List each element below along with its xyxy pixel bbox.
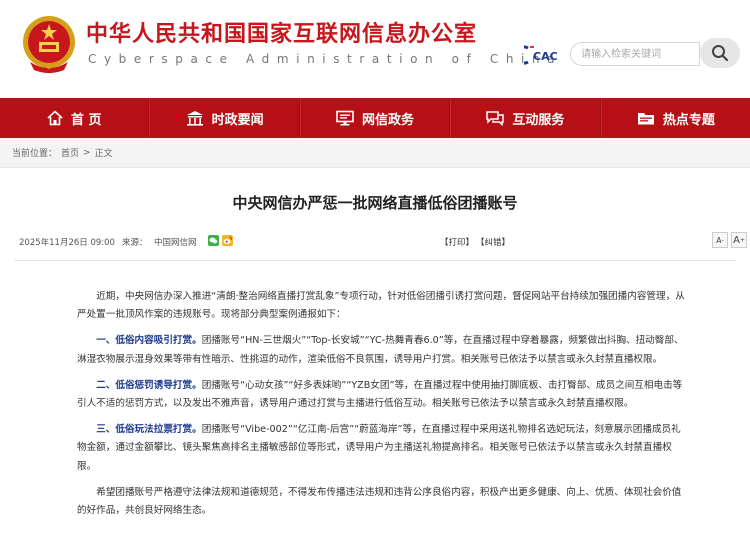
breadcrumb-label: 当前位置： — [12, 149, 58, 159]
paragraph: 二、低俗惩罚诱导打赏。团播账号“心动女孩”“好多表妹哟”“YZB女团”等，在直播… — [77, 377, 690, 413]
source-label: 来源： — [122, 238, 148, 248]
paragraph-text: 近期，中央网信办深入推进“清朗·整治网络直播打赏乱象”专项行动，针对低俗团播引诱… — [77, 291, 685, 321]
pavilion-icon — [186, 111, 203, 126]
font-large-label: A — [733, 234, 740, 246]
nav-news[interactable]: 时政要闻 — [149, 98, 300, 138]
search-icon — [712, 45, 729, 62]
nav-interaction[interactable]: 互动服务 — [450, 98, 601, 138]
article-meta: 2025年11月26日 09:00 来源： 中国网信网 【打印】 【纠错】 A-… — [0, 232, 750, 252]
paragraph-heading: 一、低俗内容吸引打赏。 — [96, 335, 202, 347]
main-nav: 首 页 时政要闻 网信政务 互动服务 热点专题 — [0, 98, 750, 138]
article-title: 中央网信办严惩一批网络直播低俗团播账号 — [232, 194, 518, 212]
source-name: 中国网信网 — [154, 238, 197, 248]
nav-home[interactable]: 首 页 — [0, 98, 150, 138]
search-input[interactable] — [570, 42, 700, 66]
nav-affairs[interactable]: 网信政务 — [299, 98, 451, 138]
font-increase-button[interactable]: A + — [731, 232, 747, 248]
folder-icon — [637, 113, 654, 125]
chat-icon — [486, 111, 505, 126]
weibo-share-icon[interactable] — [222, 235, 233, 246]
wechat-share-icon[interactable] — [208, 235, 219, 246]
paragraph-heading: 二、低俗惩罚诱导打赏。 — [96, 379, 202, 391]
meta-divider — [14, 260, 736, 261]
article-body: 近期，中央网信办深入推进“清朗·整治网络直播打赏乱象”专项行动，针对低俗团播引诱… — [77, 288, 690, 528]
nav-label: 互动服务 — [512, 112, 565, 128]
breadcrumb: 当前位置： 首页 > 正文 — [0, 138, 750, 168]
publish-date: 2025年11月26日 09:00 — [19, 238, 115, 248]
paragraph: 三、低俗玩法拉票打赏。团播账号“Vibe-002”“亿江南-后宫”“蔚蓝海岸”等… — [77, 421, 690, 476]
svg-text:CAC: CAC — [533, 50, 558, 63]
paragraph-text: 希望团播账号严格遵守法律法规和道德规范，不得发布传播违法违规和违背公序良俗内容，… — [77, 486, 682, 517]
site-subtitle: Cyberspace Administration of China — [88, 52, 563, 66]
site-header: 中华人民共和国国家互联网信息办公室 Cyberspace Administrat… — [0, 0, 750, 98]
paragraph: 希望团播账号严格遵守法律法规和道德规范，不得发布传播违法违规和违背公序良俗内容，… — [77, 484, 690, 520]
breadcrumb-home[interactable]: 首页 — [61, 146, 79, 159]
nav-topics[interactable]: 热点专题 — [600, 98, 750, 138]
breadcrumb-separator: > — [83, 147, 91, 158]
print-link[interactable]: 【打印】 — [440, 236, 474, 248]
nav-label: 首 页 — [70, 112, 102, 128]
nav-label: 热点专题 — [662, 112, 715, 128]
paragraph: 一、低俗内容吸引打赏。团播账号“HN-三世烟火”“Top-长安城”“YC-热舞青… — [77, 332, 690, 368]
search-button[interactable] — [700, 38, 740, 68]
breadcrumb-current: 正文 — [94, 149, 113, 159]
monitor-icon — [336, 110, 354, 126]
paragraph: 近期，中央网信办深入推进“清朗·整治网络直播打赏乱象”专项行动，针对低俗团播引诱… — [77, 288, 690, 324]
national-emblem-icon — [23, 16, 75, 73]
nav-label: 时政要闻 — [211, 112, 264, 128]
home-icon — [47, 110, 63, 126]
nav-label: 网信政务 — [362, 112, 415, 128]
correct-link[interactable]: 【纠错】 — [476, 236, 510, 248]
font-decrease-button[interactable]: A- — [712, 232, 728, 248]
paragraph-heading: 三、低俗玩法拉票打赏。 — [96, 424, 202, 436]
site-title: 中华人民共和国国家互联网信息办公室 — [86, 22, 478, 47]
cac-logo-icon[interactable]: CAC — [524, 44, 568, 66]
